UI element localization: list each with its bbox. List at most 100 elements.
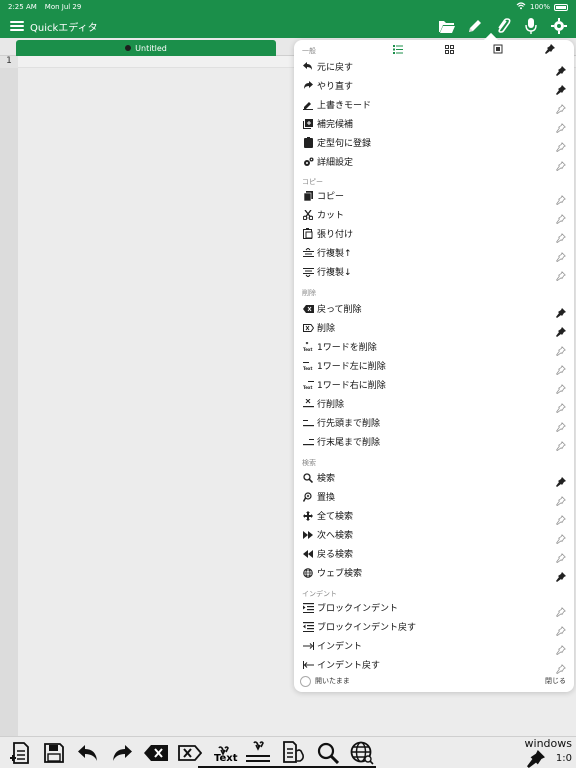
pin-outline-icon[interactable]: [556, 621, 566, 637]
pin-outline-icon[interactable]: [556, 247, 566, 263]
undo-icon[interactable]: [74, 739, 102, 767]
pin-menu-icon[interactable]: [544, 43, 556, 55]
pin-icon[interactable]: [556, 80, 566, 95]
backspace-icon[interactable]: [142, 739, 170, 767]
pin-outline-icon[interactable]: [556, 436, 566, 452]
status-bar: 2:25 AM Mon Jul 29 100%: [0, 0, 576, 14]
snippet-icon[interactable]: [280, 739, 308, 767]
cursor-position: 1:0: [555, 753, 572, 764]
pin-outline-icon[interactable]: [556, 548, 566, 564]
menu-item-delete-to-line-end[interactable]: 行末尾まで削除: [294, 432, 574, 452]
attachment-icon[interactable]: [492, 15, 514, 37]
pin-outline-icon[interactable]: [556, 491, 566, 507]
menu-item-delete[interactable]: 削除: [294, 318, 574, 337]
menu-item-web-search[interactable]: ウェブ検索: [294, 563, 574, 582]
globe-search-icon[interactable]: [348, 739, 376, 767]
pin-outline-icon[interactable]: [556, 266, 566, 282]
menu-item-paste[interactable]: 張り付け: [294, 224, 574, 244]
line-delete-icon: [302, 398, 314, 410]
delete-line-icon[interactable]: [244, 739, 272, 767]
menu-item-suggestions[interactable]: 補完候補: [294, 114, 574, 134]
clipboard-icon: [302, 137, 314, 149]
pin-outline-icon[interactable]: [556, 190, 566, 206]
menu-item-backspace[interactable]: 戻って削除: [294, 299, 574, 318]
pin-icon[interactable]: [556, 472, 566, 487]
settings-gear-icon[interactable]: [548, 15, 570, 37]
line-start-icon: [302, 417, 314, 429]
menu-item-advanced-settings[interactable]: 詳細設定: [294, 152, 574, 172]
pin-outline-icon[interactable]: [556, 156, 566, 172]
delete-forward-icon[interactable]: [176, 739, 204, 767]
menu-item-block-outdent[interactable]: ブロックインデント戻す: [294, 617, 574, 637]
search-icon[interactable]: [314, 739, 342, 767]
menu-item-delete-word-left[interactable]: Text 1ワード左に削除: [294, 356, 574, 376]
pin-outline-icon[interactable]: [556, 529, 566, 545]
menu-item-block-indent[interactable]: ブロックインデント: [294, 598, 574, 618]
pin-outline-icon[interactable]: [556, 209, 566, 225]
pin-icon[interactable]: [556, 61, 566, 76]
dup-down-icon: [302, 266, 314, 278]
pin-icon[interactable]: [556, 567, 566, 582]
menu-item-replace[interactable]: 置換: [294, 487, 574, 507]
svg-text:Text: Text: [303, 347, 312, 352]
hamburger-menu-icon[interactable]: [10, 21, 24, 31]
close-button[interactable]: 閉じる: [545, 676, 566, 686]
menu-item-find-all[interactable]: 全て検索: [294, 506, 574, 526]
pencil-icon[interactable]: [464, 15, 486, 37]
menu-item-find-previous[interactable]: 戻る検索: [294, 544, 574, 564]
pin-icon[interactable]: [526, 749, 546, 768]
pin-icon[interactable]: [556, 303, 566, 318]
grid-view-icon[interactable]: [443, 43, 455, 55]
pin-outline-icon[interactable]: [556, 379, 566, 395]
menu-item-delete-to-line-start[interactable]: 行先頭まで削除: [294, 413, 574, 433]
pin-outline-icon[interactable]: [556, 602, 566, 618]
menu-item-delete-line[interactable]: 行削除: [294, 394, 574, 414]
menu-item-redo[interactable]: やり直す: [294, 76, 574, 95]
new-file-icon[interactable]: [6, 739, 34, 767]
pin-outline-icon[interactable]: [556, 99, 566, 115]
search-icon: [302, 472, 314, 484]
pin-outline-icon[interactable]: [556, 118, 566, 134]
menu-section-search: 検索: [302, 459, 316, 467]
pin-outline-icon[interactable]: [556, 640, 566, 656]
save-icon[interactable]: [40, 739, 68, 767]
status-time: 2:25 AM: [8, 3, 37, 11]
list-view-icon[interactable]: [392, 43, 404, 55]
backward-icon: [302, 548, 314, 560]
outdent-block-icon: [302, 621, 314, 633]
tab-title: Untitled: [135, 43, 167, 53]
pin-outline-icon[interactable]: [556, 510, 566, 526]
menu-item-duplicate-up[interactable]: 行複製↑: [294, 243, 574, 263]
pin-outline-icon[interactable]: [556, 417, 566, 433]
redo-icon[interactable]: [108, 739, 136, 767]
tab-untitled[interactable]: Untitled: [16, 40, 276, 56]
microphone-icon[interactable]: [520, 15, 542, 37]
pin-outline-icon[interactable]: [556, 228, 566, 244]
frame-view-icon[interactable]: [492, 43, 504, 55]
pin-icon[interactable]: [556, 322, 566, 337]
menu-item-find-next[interactable]: 次へ検索: [294, 525, 574, 545]
app-title: Quickエディタ: [30, 22, 98, 34]
menu-item-overwrite-mode[interactable]: 上書きモード: [294, 95, 574, 115]
battery-percent: 100%: [529, 3, 550, 11]
word-delete-icon: Text: [302, 341, 314, 353]
menu-item-undo[interactable]: 元に戻す: [294, 57, 574, 76]
open-folder-icon[interactable]: [436, 15, 458, 37]
pin-outline-icon[interactable]: [556, 659, 566, 675]
menu-item-register-phrase[interactable]: 定型句に登録: [294, 133, 574, 153]
menu-item-search[interactable]: 検索: [294, 468, 574, 487]
pin-outline-icon[interactable]: [556, 137, 566, 153]
forward-icon: [302, 529, 314, 541]
menu-item-duplicate-down[interactable]: 行複製↓: [294, 262, 574, 282]
keep-open-radio[interactable]: [300, 675, 311, 687]
pin-outline-icon[interactable]: [556, 341, 566, 357]
menu-item-copy[interactable]: コピー: [294, 186, 574, 206]
menu-item-delete-word-right[interactable]: Text 1ワード右に削除: [294, 375, 574, 395]
scissors-icon: [302, 209, 314, 221]
menu-item-delete-word[interactable]: Text 1ワードを削除: [294, 337, 574, 357]
pin-outline-icon[interactable]: [556, 360, 566, 376]
menu-item-indent[interactable]: インデント: [294, 636, 574, 656]
dup-up-icon: [302, 247, 314, 259]
menu-item-cut[interactable]: カット: [294, 205, 574, 225]
pin-outline-icon[interactable]: [556, 398, 566, 414]
